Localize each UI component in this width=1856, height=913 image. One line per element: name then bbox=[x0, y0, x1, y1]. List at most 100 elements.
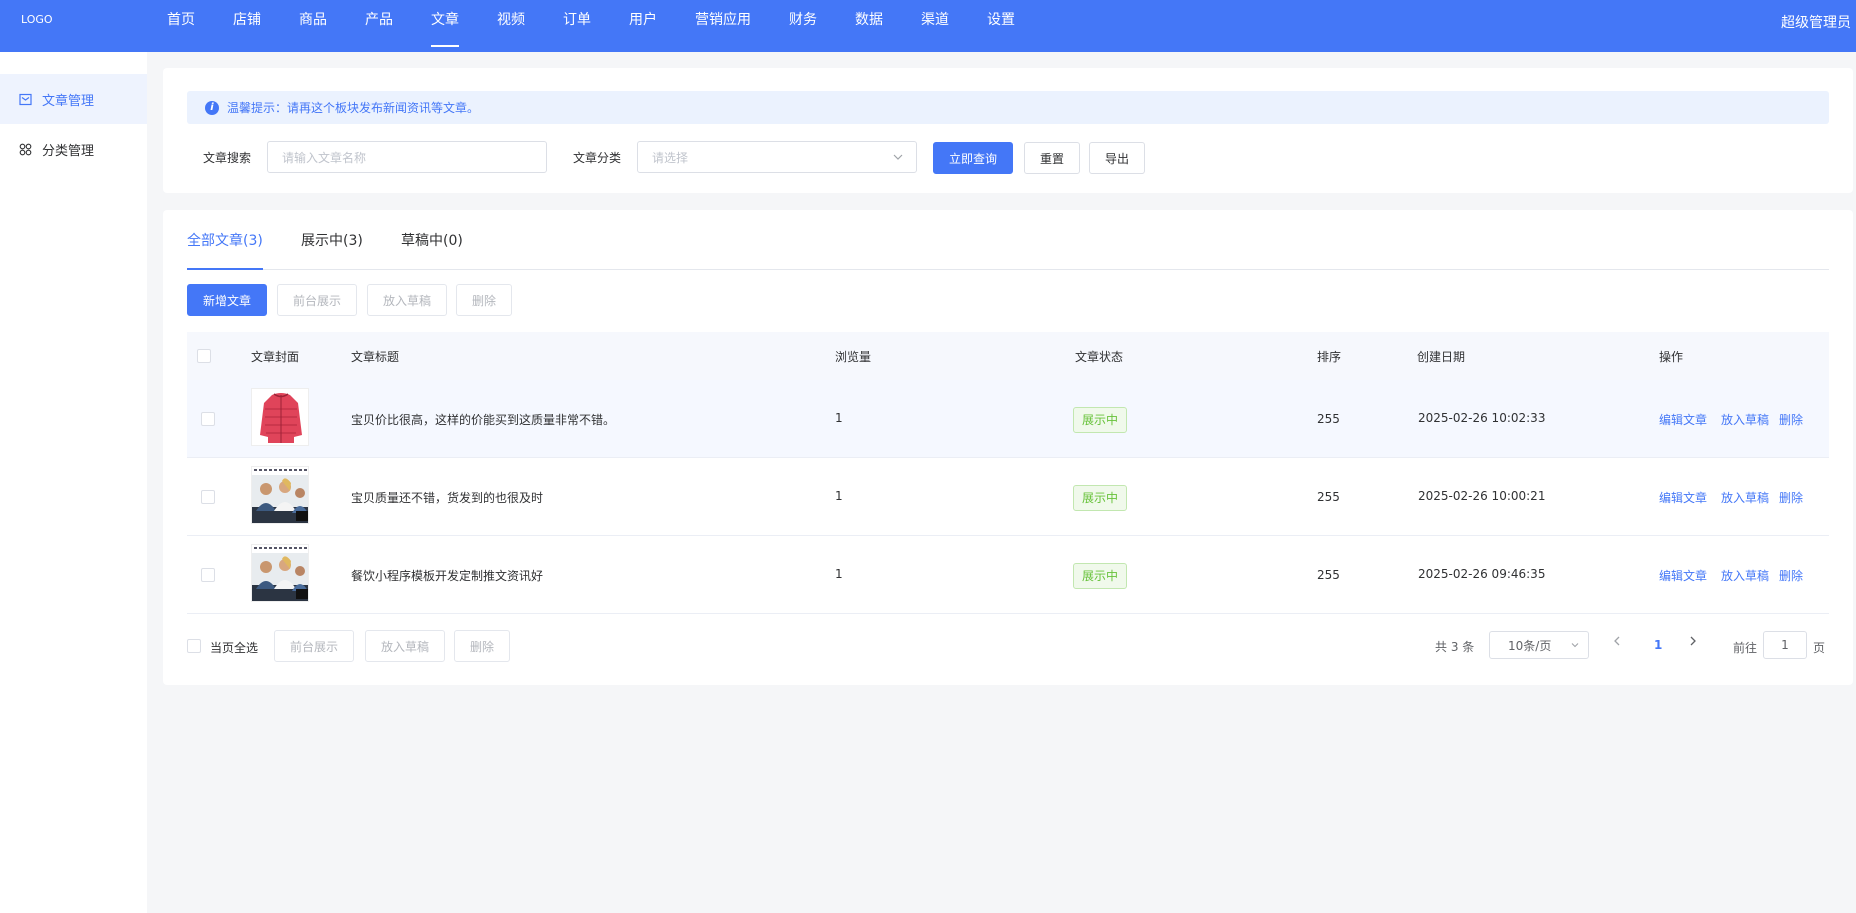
edit-article-link[interactable]: 编辑文章 bbox=[1659, 411, 1707, 428]
article-cover-image bbox=[251, 466, 309, 524]
nav-item-data[interactable]: 数据 bbox=[855, 0, 883, 52]
article-date: 2025-02-26 10:00:21 bbox=[1418, 489, 1546, 503]
main-nav: 首页 店铺 商品 产品 文章 视频 订单 用户 营销应用 财务 数据 渠道 设置 bbox=[167, 0, 1053, 52]
admin-user-menu[interactable]: 超级管理员 bbox=[1781, 12, 1851, 32]
total-count: 共 3 条 bbox=[1435, 640, 1475, 654]
sidebar-item-label: 文章管理 bbox=[42, 93, 95, 109]
col-status: 文章状态 bbox=[1075, 350, 1124, 364]
page-select-all-label: 当页全选 bbox=[210, 641, 259, 655]
tab-draft[interactable]: 草稿中(0) bbox=[401, 230, 463, 270]
show-frontend-button[interactable]: 前台展示 bbox=[277, 284, 357, 316]
footer-delete-button[interactable]: 删除 bbox=[454, 630, 510, 662]
article-views: 1 bbox=[835, 411, 843, 425]
tab-showing[interactable]: 展示中(3) bbox=[301, 230, 363, 270]
article-sort: 255 bbox=[1317, 412, 1340, 426]
info-icon: i bbox=[205, 100, 219, 115]
nav-item-marketing[interactable]: 营销应用 bbox=[695, 0, 751, 52]
row-checkbox[interactable] bbox=[201, 412, 215, 426]
chevron-down-icon bbox=[892, 151, 904, 166]
sidebar: 文章管理 分类管理 bbox=[0, 52, 147, 913]
sidebar-item-article[interactable]: 文章管理 bbox=[0, 74, 147, 124]
goto-page-input[interactable]: 1 bbox=[1763, 631, 1807, 659]
footer-move-to-draft-button[interactable]: 放入草稿 bbox=[365, 630, 445, 662]
tab-all[interactable]: 全部文章(3) bbox=[187, 230, 263, 270]
article-title: 餐饮小程序模板开发定制推文资讯好 bbox=[351, 569, 544, 583]
nav-item-goods[interactable]: 商品 bbox=[299, 0, 327, 52]
search-placeholder: 请输入文章名称 bbox=[282, 150, 367, 165]
page-size-select[interactable]: 10条/页 bbox=[1489, 631, 1589, 659]
chevron-down-icon bbox=[1570, 639, 1580, 653]
article-search-input[interactable]: 请输入文章名称 bbox=[267, 141, 547, 173]
footer-show-frontend-button[interactable]: 前台展示 bbox=[274, 630, 354, 662]
page-suffix: 页 bbox=[1813, 641, 1826, 655]
select-all-checkbox[interactable] bbox=[197, 349, 211, 363]
move-to-draft-link[interactable]: 放入草稿 bbox=[1721, 489, 1769, 506]
article-views: 1 bbox=[835, 489, 843, 503]
nav-item-article[interactable]: 文章 bbox=[431, 0, 459, 52]
next-page-button[interactable] bbox=[1688, 634, 1698, 652]
article-views: 1 bbox=[835, 567, 843, 581]
nav-item-product[interactable]: 产品 bbox=[365, 0, 393, 52]
nav-item-user[interactable]: 用户 bbox=[629, 0, 657, 52]
article-cover-image bbox=[251, 388, 309, 446]
article-title: 宝贝质量还不错，货发到的也很及时 bbox=[351, 491, 544, 505]
category-placeholder: 请选择 bbox=[652, 150, 689, 165]
nav-item-finance[interactable]: 财务 bbox=[789, 0, 817, 52]
move-to-draft-link[interactable]: 放入草稿 bbox=[1721, 567, 1769, 584]
col-title: 文章标题 bbox=[351, 350, 400, 364]
status-badge: 展示中 bbox=[1073, 407, 1128, 433]
row-checkbox[interactable] bbox=[201, 568, 215, 582]
tabs: 全部文章(3) 展示中(3) 草稿中(0) bbox=[187, 210, 1829, 270]
table-row: 宝贝质量还不错，货发到的也很及时 1 展示中 255 2025-02-26 10… bbox=[187, 458, 1829, 536]
delete-button[interactable]: 删除 bbox=[456, 284, 512, 316]
table-row: 餐饮小程序模板开发定制推文资讯好 1 展示中 255 2025-02-26 09… bbox=[187, 536, 1829, 614]
page-size-value: 10条/页 bbox=[1508, 638, 1552, 653]
nav-item-settings[interactable]: 设置 bbox=[987, 0, 1015, 52]
table-header: 文章封面 文章标题 浏览量 文章状态 排序 创建日期 操作 bbox=[187, 332, 1829, 380]
search-label: 文章搜索 bbox=[203, 151, 252, 165]
nav-item-home[interactable]: 首页 bbox=[167, 0, 195, 52]
article-list-card: 全部文章(3) 展示中(3) 草稿中(0) 新增文章 前台展示 放入草稿 删除 … bbox=[163, 210, 1853, 685]
nav-item-video[interactable]: 视频 bbox=[497, 0, 525, 52]
current-page[interactable]: 1 bbox=[1654, 638, 1662, 652]
row-checkbox[interactable] bbox=[201, 490, 215, 504]
table-row: 宝贝价比很高，这样的价能买到这质量非常不错。 1 展示中 255 2025-02… bbox=[187, 380, 1829, 458]
goto-page-value: 1 bbox=[1781, 638, 1789, 652]
logo: LOGO bbox=[21, 13, 53, 26]
sidebar-item-category[interactable]: 分类管理 bbox=[0, 124, 147, 174]
reset-button[interactable]: 重置 bbox=[1024, 142, 1080, 174]
category-icon bbox=[18, 142, 32, 156]
nav-item-order[interactable]: 订单 bbox=[563, 0, 591, 52]
goto-label: 前往 bbox=[1733, 641, 1758, 655]
move-to-draft-link[interactable]: 放入草稿 bbox=[1721, 411, 1769, 428]
prev-page-button[interactable] bbox=[1612, 634, 1622, 652]
col-sort: 排序 bbox=[1317, 350, 1342, 364]
move-to-draft-button[interactable]: 放入草稿 bbox=[367, 284, 447, 316]
category-label: 文章分类 bbox=[573, 151, 622, 165]
nav-item-channel[interactable]: 渠道 bbox=[921, 0, 949, 52]
edit-article-link[interactable]: 编辑文章 bbox=[1659, 489, 1707, 506]
col-views: 浏览量 bbox=[835, 350, 872, 364]
nav-item-store[interactable]: 店铺 bbox=[233, 0, 261, 52]
tip-banner: i 温馨提示：请再这个板块发布新闻资讯等文章。 bbox=[187, 91, 1829, 124]
top-nav-bar: LOGO 首页 店铺 商品 产品 文章 视频 订单 用户 营销应用 财务 数据 … bbox=[0, 0, 1856, 52]
article-cover-image bbox=[251, 544, 309, 602]
add-article-button[interactable]: 新增文章 bbox=[187, 284, 267, 316]
category-select[interactable]: 请选择 bbox=[637, 141, 917, 173]
delete-link[interactable]: 删除 bbox=[1779, 411, 1803, 428]
status-badge: 展示中 bbox=[1073, 563, 1128, 589]
col-cover: 文章封面 bbox=[251, 350, 300, 364]
export-button[interactable]: 导出 bbox=[1089, 142, 1145, 174]
delete-link[interactable]: 删除 bbox=[1779, 567, 1803, 584]
page-select-all-checkbox[interactable] bbox=[187, 639, 201, 653]
delete-link[interactable]: 删除 bbox=[1779, 489, 1803, 506]
tip-text: 温馨提示：请再这个板块发布新闻资讯等文章。 bbox=[227, 101, 480, 115]
col-date: 创建日期 bbox=[1417, 350, 1466, 364]
col-actions: 操作 bbox=[1659, 350, 1684, 364]
article-date: 2025-02-26 09:46:35 bbox=[1418, 567, 1546, 581]
query-button[interactable]: 立即查询 bbox=[933, 142, 1013, 174]
edit-article-link[interactable]: 编辑文章 bbox=[1659, 567, 1707, 584]
article-sort: 255 bbox=[1317, 490, 1340, 504]
sidebar-item-label: 分类管理 bbox=[42, 143, 95, 159]
status-badge: 展示中 bbox=[1073, 485, 1128, 511]
